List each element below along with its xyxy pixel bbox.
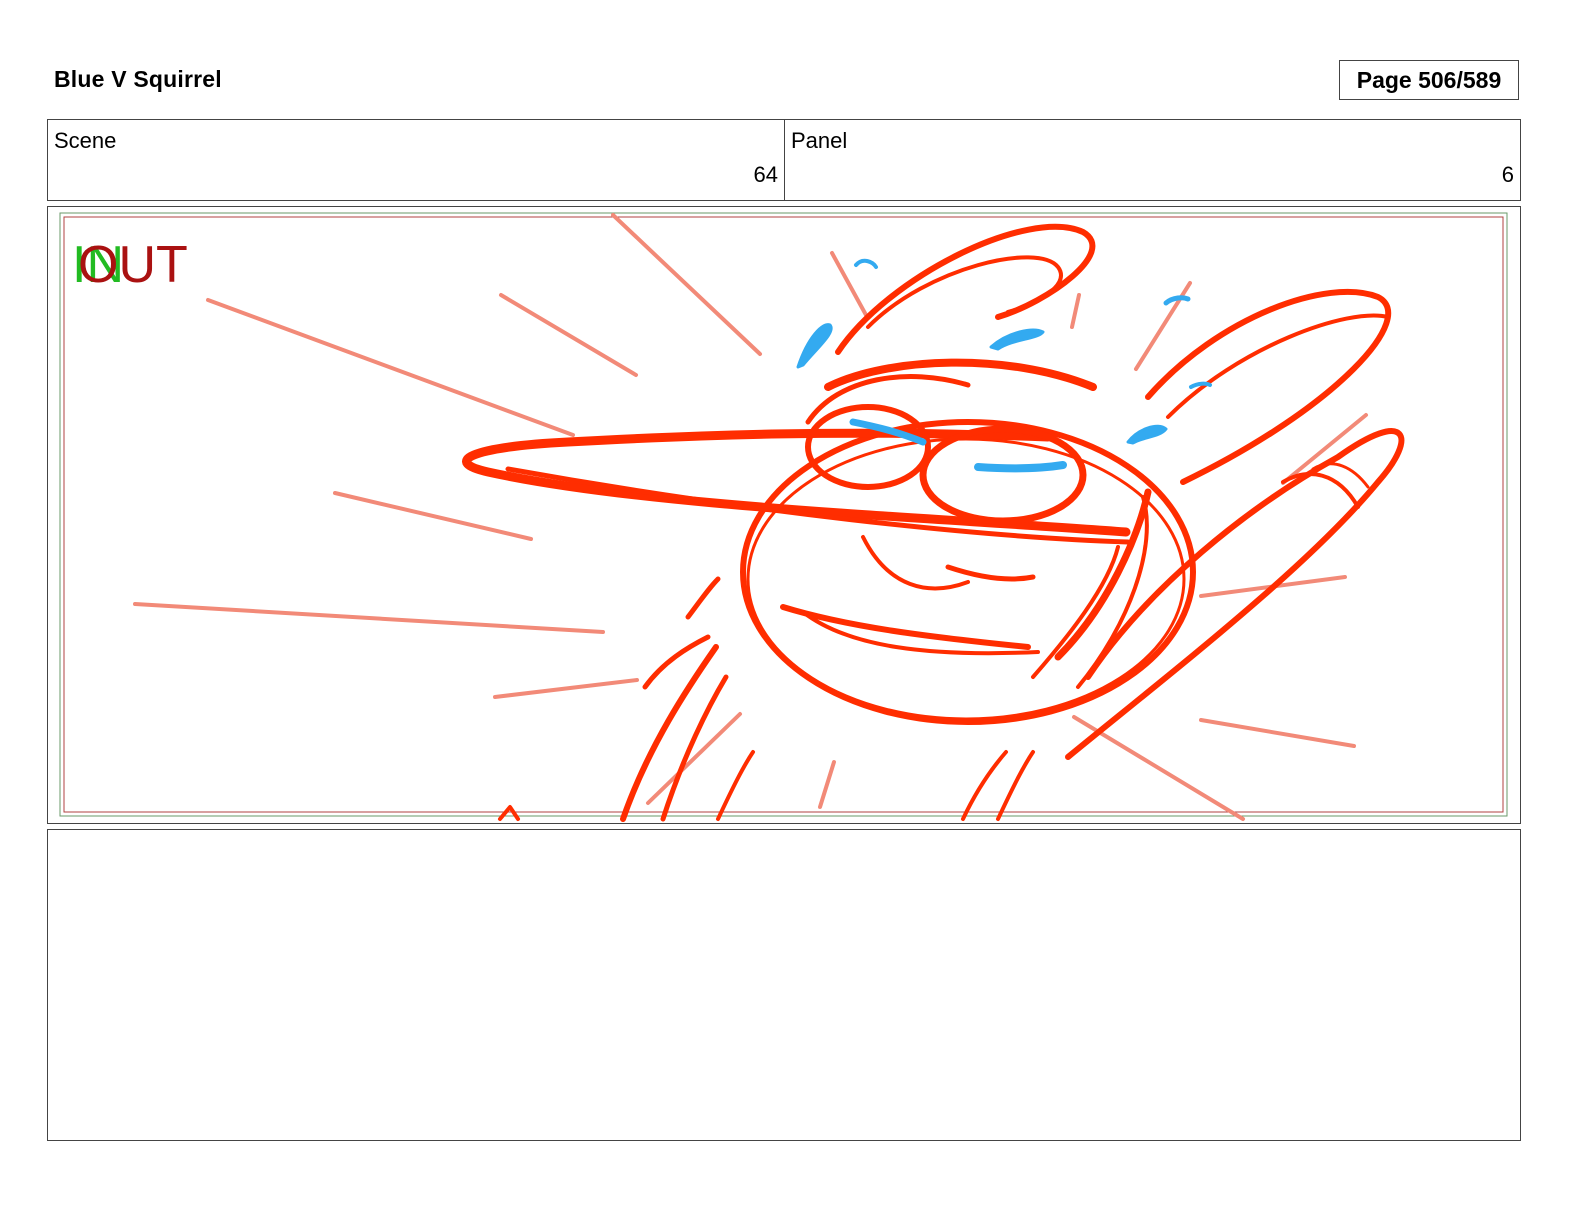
notes-box	[47, 829, 1521, 1141]
speed-lines	[133, 213, 1368, 821]
panel-label: Panel	[791, 128, 848, 153]
sketch-drawing: IN OUT	[59, 212, 1508, 822]
scene-panel-info-row: Scene 64 Panel 6	[47, 119, 1521, 201]
out-marker: OUT	[78, 236, 188, 294]
page-number-label: Page 506/589	[1356, 66, 1502, 93]
scene-number: 64	[753, 162, 778, 187]
panel-number: 6	[1501, 162, 1514, 187]
project-title: Blue V Squirrel	[54, 66, 222, 92]
storyboard-frame: IN OUT	[47, 206, 1521, 824]
scene-label: Scene	[54, 128, 117, 153]
panel-cell: Panel 6	[785, 120, 1520, 200]
scene-cell: Scene 64	[48, 120, 785, 200]
page-number-box: Page 506/589	[1339, 60, 1519, 100]
